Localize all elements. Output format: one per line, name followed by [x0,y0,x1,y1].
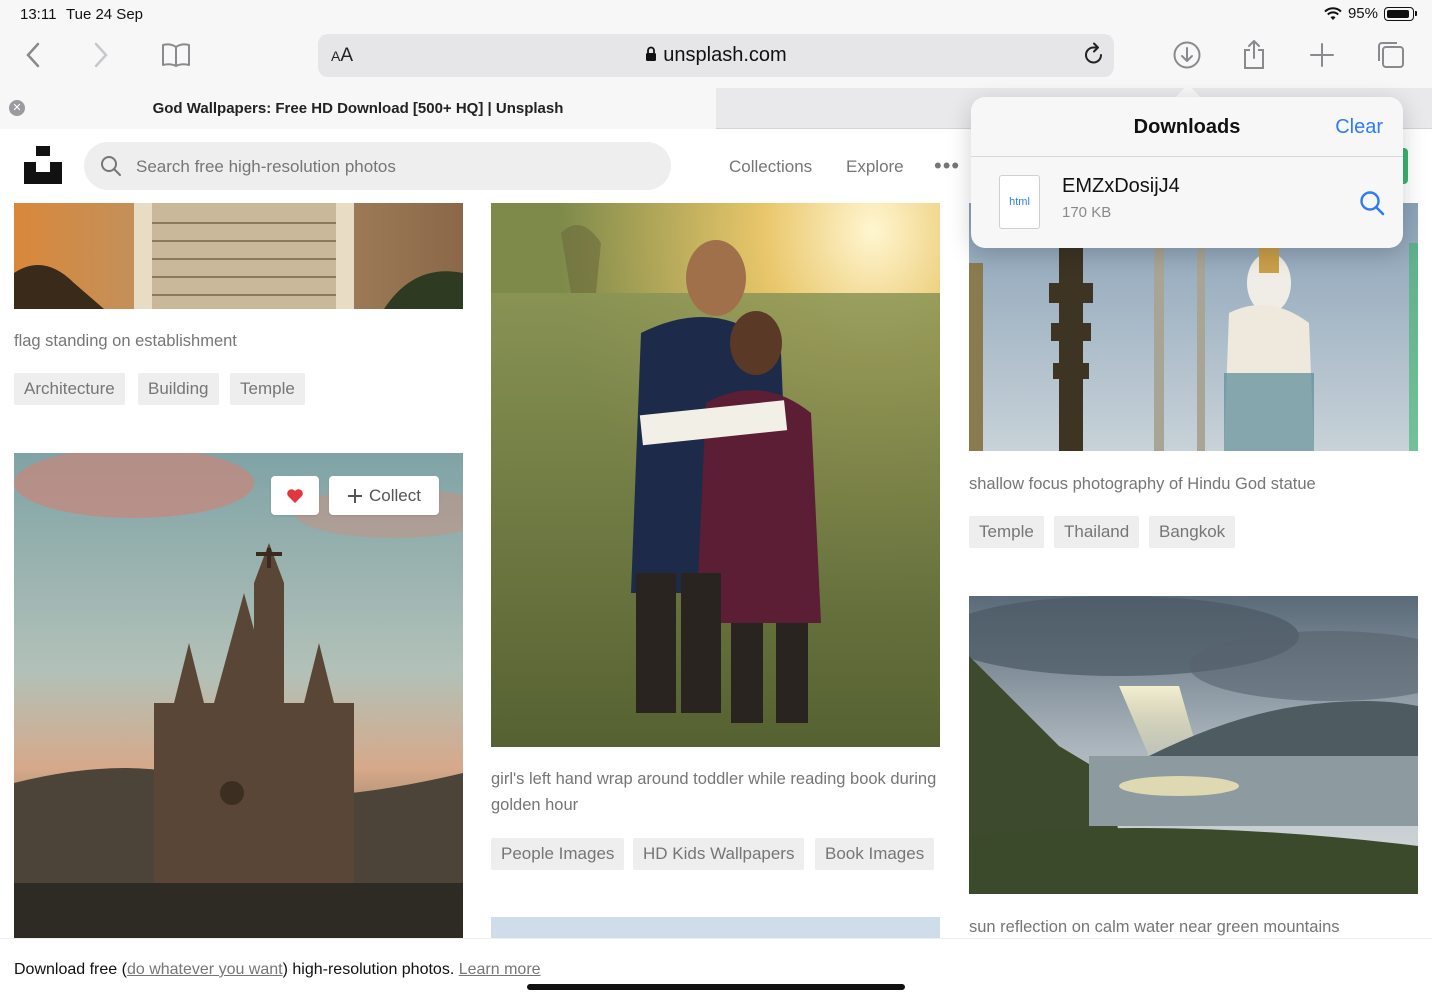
tag-temple[interactable]: Temple [230,373,305,405]
chevron-left-icon [26,42,40,68]
bottom-banner: Download free (do whatever you want) hig… [0,938,1432,1000]
banner-middle: ) high-resolution photos. [282,961,459,978]
status-right: 95% [1324,5,1417,22]
url-text: unsplash.com [663,44,787,66]
reload-button[interactable] [1082,42,1106,73]
battery-fill [1387,9,1409,18]
chevron-right-icon [94,42,108,68]
url-display[interactable]: unsplash.com [318,44,1114,67]
tabs-icon [1378,42,1404,68]
tag-people-images[interactable]: People Images [491,838,625,870]
status-bar: 13:11 Tue 24 Sep 95% [0,0,1432,28]
bookmarks-button[interactable] [159,38,193,72]
reload-icon [1085,42,1102,64]
more-menu-icon[interactable]: ••• [934,153,960,179]
popover-arrow [1175,84,1201,98]
status-time: 13:11 [20,6,57,23]
share-icon [1244,40,1264,69]
photo-next[interactable] [491,917,940,938]
collect-button[interactable]: Collect [329,476,439,515]
wifi-icon [1324,6,1342,20]
tag-bangkok[interactable]: Bangkok [1149,516,1236,548]
learn-more-link[interactable]: Learn more [459,961,541,978]
tabs-overview-button[interactable] [1374,38,1408,72]
tab-title: God Wallpapers: Free HD Download [500+ H… [152,100,564,117]
tag-hd-kids-wallpapers[interactable]: HD Kids Wallpapers [633,838,805,870]
back-button[interactable] [16,38,50,72]
nav-explore[interactable]: Explore [846,157,904,177]
downloads-button[interactable] [1170,38,1204,72]
tag-book-images[interactable]: Book Images [815,838,935,870]
battery-icon [1384,6,1417,21]
collect-label: Collect [369,485,421,505]
photo-caption: flag standing on establishment [14,332,237,350]
photo-girls-reading[interactable] [491,203,940,747]
lock-icon [646,46,657,61]
photo-caption: girl's left hand wrap around toddler whi… [491,770,937,814]
download-file-name[interactable]: EMZxDosijJ4 [1062,175,1180,198]
like-button[interactable] [271,476,319,515]
book-icon [162,43,190,67]
tag-building[interactable]: Building [138,373,219,405]
photo-church-tibidabo[interactable] [14,453,463,938]
unsplash-logo-icon[interactable] [24,146,62,184]
downloads-popover: Downloads Clear html EMZxDosijJ4 170 KB [971,97,1403,248]
tag-architecture[interactable]: Architecture [14,373,125,405]
plus-icon [1310,43,1334,67]
photo-temple-stairs[interactable] [14,203,463,309]
home-indicator[interactable] [527,984,905,990]
license-link[interactable]: do whatever you want [127,961,283,978]
forward-button[interactable] [84,38,118,72]
banner-prefix: Download free ( [14,961,127,978]
battery-percent: 95% [1347,5,1378,22]
address-bar[interactable]: AA unsplash.com [318,34,1114,77]
download-file-size: 170 KB [1062,204,1112,221]
show-in-files-button[interactable] [1359,190,1385,221]
heart-icon [287,488,303,503]
photo-caption: sun reflection on calm water near green … [969,918,1340,936]
download-icon [1173,41,1201,69]
clear-downloads-button[interactable]: Clear [1335,116,1383,139]
status-date: Tue 24 Sep [66,6,143,23]
popover-divider [971,156,1403,157]
banner-text: Download free (do whatever you want) hig… [14,961,541,979]
tag-thailand[interactable]: Thailand [1054,516,1140,548]
photo-lake-mountains[interactable] [969,596,1418,894]
search-icon [101,156,121,176]
plus-icon [348,488,363,503]
tab-active[interactable]: ✕ God Wallpapers: Free HD Download [500+… [0,88,716,129]
tag-temple[interactable]: Temple [969,516,1044,548]
search-icon [1360,191,1385,216]
new-tab-button[interactable] [1305,38,1339,72]
share-button[interactable] [1237,38,1271,72]
html-file-icon[interactable]: html [999,175,1040,229]
search-bar[interactable]: Search free high-resolution photos [84,142,671,190]
nav-collections[interactable]: Collections [729,157,812,177]
photo-caption: shallow focus photography of Hindu God s… [969,475,1316,493]
search-placeholder: Search free high-resolution photos [136,157,396,176]
